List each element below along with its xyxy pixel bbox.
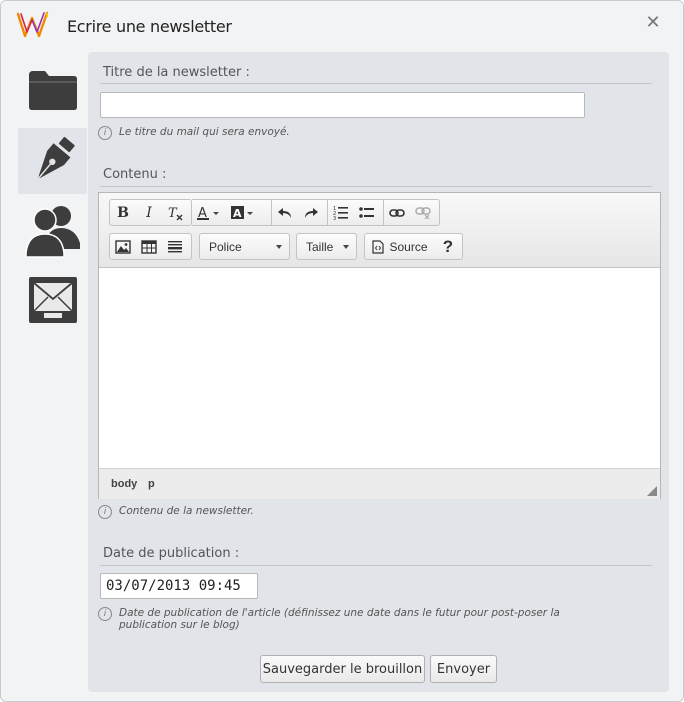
sidebar-item-folder[interactable] [18,57,87,123]
divider [100,186,652,187]
publication-date-input[interactable] [100,573,258,599]
background-color-button[interactable]: A [226,200,260,225]
title-label: Titre de la newsletter : [103,65,250,80]
divider [100,565,652,566]
bullet-list-button[interactable] [354,200,380,225]
image-icon [115,239,131,254]
rich-text-editor: B I T A A 1 2 3 Police Taille Source ? b… [98,192,661,499]
unlink-icon [415,206,431,219]
editor-content-area[interactable] [99,268,660,468]
newsletter-title-input[interactable] [100,92,585,118]
toolbar-group-history [272,199,328,226]
insert-table-button[interactable] [136,234,162,259]
form-panel: Titre de la newsletter : i Le titre du m… [88,52,669,692]
info-icon: i [98,505,112,519]
undo-icon [278,207,291,218]
insert-image-button[interactable] [110,234,136,259]
content-hint-text: Contenu de la newsletter. [119,505,254,517]
sidebar-item-write[interactable] [18,128,87,194]
bullet-list-icon [359,206,374,218]
numbered-list-button[interactable]: 1 2 3 [328,200,354,225]
date-label: Date de publication : [103,546,240,561]
resize-handle-icon[interactable] [647,486,657,496]
help-button[interactable]: ? [435,234,461,259]
size-select-label: Taille [306,239,334,254]
text-color-icon: A [197,206,219,221]
redo-button[interactable] [298,200,324,225]
sidebar-item-subscribers[interactable] [18,197,87,263]
dialog-title: Ecrire une newsletter [67,17,232,36]
divider [100,83,652,84]
numbered-list-icon: 1 2 3 [333,206,348,221]
date-hint: i Date de publication de l'article (défi… [98,607,618,631]
background-color-icon: A [231,205,253,220]
element-path-p[interactable]: p [148,478,155,490]
toolbar-group-lists: 1 2 3 [328,199,384,226]
toolbar-group-source: Source ? [364,233,463,260]
table-icon [141,239,157,254]
title-hint: i Le titre du mail qui sera envoyé. [98,126,290,140]
sidebar [1,51,87,701]
source-button[interactable]: Source [365,234,435,259]
toolbar-group-basic: B I T [109,199,192,226]
editor-status-bar: body p [99,468,660,499]
editor-toolbar: B I T A A 1 2 3 Police Taille Source ? [99,193,660,268]
remove-format-icon: T [168,206,183,221]
info-icon: i [98,607,112,621]
toolbar-group-colors: A A [192,199,272,226]
horizontal-rule-button[interactable] [162,234,188,259]
bold-button[interactable]: B [110,200,136,225]
content-hint: i Contenu de la newsletter. [98,505,254,519]
link-icon [389,208,405,217]
title-bar: Ecrire une newsletter ✕ [1,1,683,51]
pen-nib-icon [36,136,75,180]
size-select[interactable]: Taille [296,233,357,260]
text-color-button[interactable]: A [192,200,226,225]
folder-icon [28,71,77,110]
undo-button[interactable] [272,200,298,225]
chevron-down-icon [343,245,349,249]
close-icon[interactable]: ✕ [644,13,662,31]
envelope-tray-icon [28,277,77,323]
horizontal-rule-icon [168,240,182,252]
content-label: Contenu : [103,167,167,182]
svg-text:A: A [233,207,242,220]
unlink-button[interactable] [410,200,436,225]
title-hint-text: Le titre du mail qui sera envoyé. [119,126,290,138]
toolbar-group-links [384,199,440,226]
users-icon [24,206,80,258]
link-button[interactable] [384,200,410,225]
svg-text:T: T [168,206,178,221]
date-hint-text: Date de publication de l'article (défini… [119,607,560,631]
send-button[interactable]: Envoyer [430,655,497,683]
font-select-label: Police [209,239,242,254]
element-path-body[interactable]: body [111,478,137,490]
toolbar-group-insert [109,233,192,260]
svg-text:3: 3 [333,216,336,221]
dialog-window: Ecrire une newsletter ✕ Titre de la news… [0,0,684,702]
remove-format-button[interactable]: T [162,200,188,225]
save-draft-button[interactable]: Sauvegarder le brouillon [260,655,425,683]
info-icon: i [98,126,112,140]
source-button-label: Source [389,239,428,254]
source-document-icon [372,239,385,254]
redo-icon [305,207,318,218]
sidebar-item-send[interactable] [18,267,87,333]
app-logo-icon [16,11,49,38]
italic-button[interactable]: I [136,200,162,225]
chevron-down-icon [276,245,282,249]
font-select[interactable]: Police [199,233,290,260]
